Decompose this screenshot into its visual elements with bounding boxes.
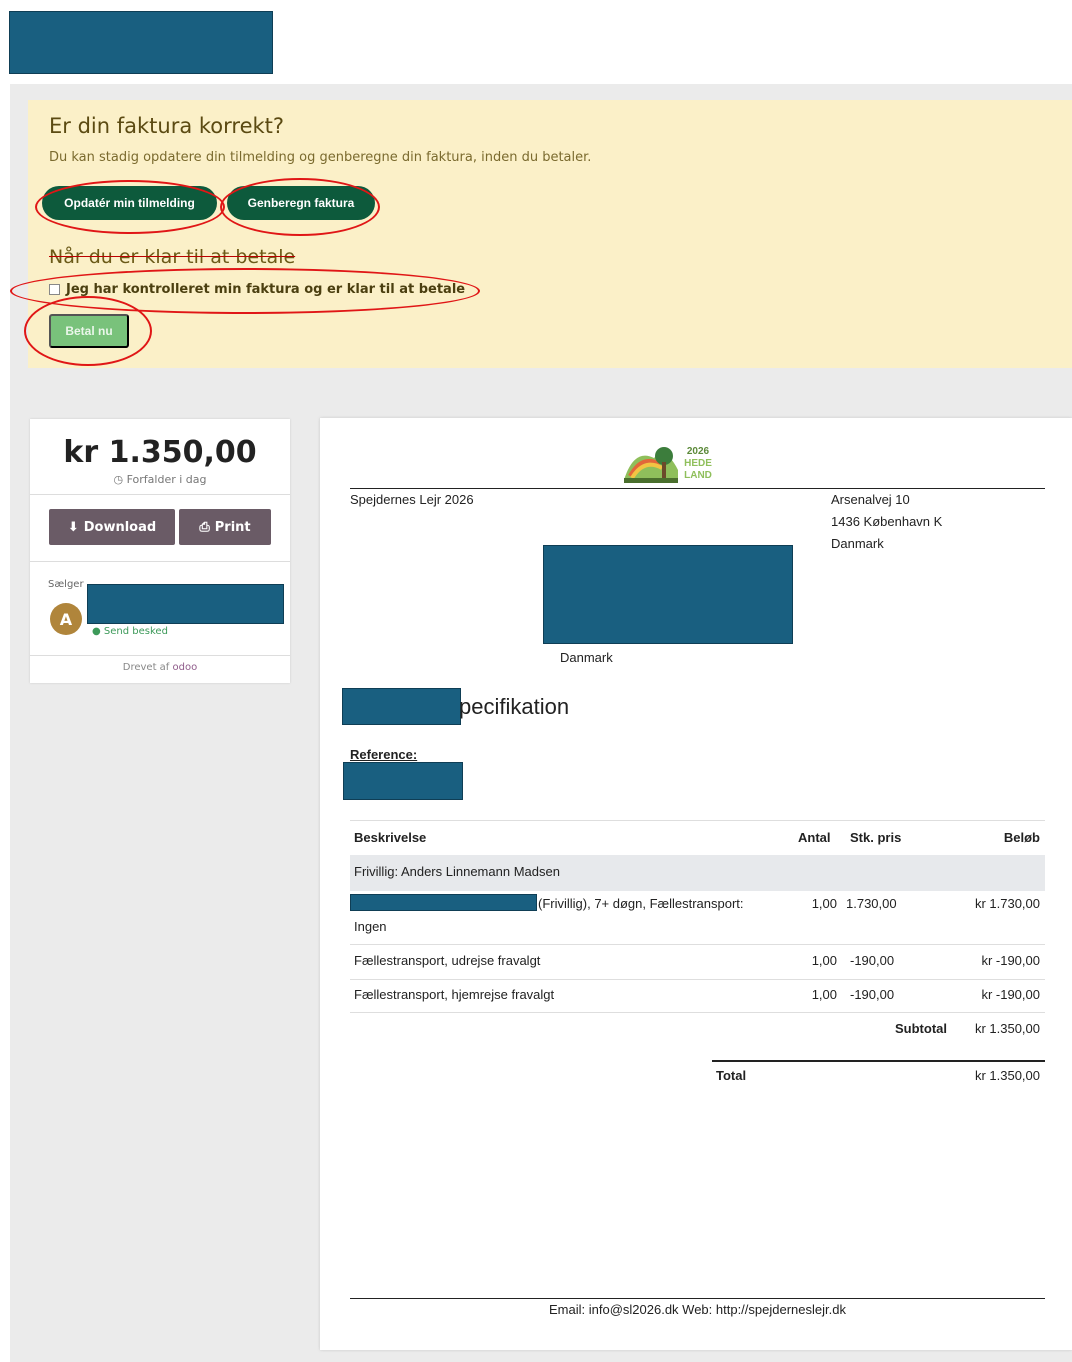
- total-rule: [712, 1060, 1045, 1062]
- total-value: kr 1.350,00: [974, 1068, 1040, 1083]
- column-description: Beskrivelse: [354, 830, 427, 845]
- line3-amount: kr -190,00: [981, 987, 1040, 1002]
- invoice-title: pecifikation: [459, 694, 570, 719]
- reference-label: Reference:: [350, 747, 418, 762]
- divider: [30, 494, 290, 495]
- table-top-rule: [350, 820, 1045, 821]
- annotation-circle-update: [35, 180, 225, 234]
- annotation-circle-pay: [24, 296, 152, 366]
- print-button[interactable]: ⎙ Print: [179, 509, 271, 545]
- redacted-invoice-title: [342, 688, 461, 725]
- customer-country: Danmark: [560, 650, 613, 665]
- company-name: Spejdernes Lejr 2026: [350, 492, 474, 507]
- redacted-line-item-prefix: [350, 894, 537, 911]
- redacted-seller-name: [87, 584, 284, 624]
- send-message-link[interactable]: ● Send besked: [92, 626, 168, 637]
- row-rule: [350, 979, 1045, 980]
- avatar: A: [50, 603, 82, 635]
- seller-label: Sælger: [48, 579, 84, 590]
- redacted-reference: [343, 762, 463, 800]
- due-status: ◷ Forfalder i dag: [113, 473, 207, 486]
- line2-amount: kr -190,00: [981, 953, 1040, 968]
- line1-qty: 1,00: [811, 896, 837, 911]
- redacted-header: [9, 11, 273, 74]
- column-amount: Beløb: [1003, 830, 1040, 845]
- line2-price: -190,00: [850, 953, 895, 968]
- line1-description-cont: Ingen: [354, 919, 387, 934]
- line1-price: 1.730,00: [846, 896, 897, 911]
- logo-line1: HEDE: [684, 458, 712, 469]
- invoice-document: 2026 HEDE LAND Spejdernes Lejr 2026 Arse…: [320, 418, 1072, 1350]
- banner-subtitle: Du kan stadig opdatere din tilmelding og…: [49, 150, 592, 165]
- logo-year: 2026: [687, 446, 710, 457]
- invoice-footer: Email: info@sl2026.dk Web: http://spejde…: [549, 1302, 846, 1317]
- line3-qty: 1,00: [811, 987, 837, 1002]
- banner-title: Er din faktura korrekt?: [49, 114, 285, 138]
- line3-description: Fællestransport, hjemrejse fravalgt: [354, 987, 555, 1002]
- download-icon: ⬇: [67, 519, 79, 535]
- clock-icon: ◷: [113, 473, 127, 486]
- column-unit-price: Stk. pris: [850, 830, 902, 845]
- company-address-line2: 1436 København K: [831, 514, 943, 529]
- line1-description: (Frivillig), 7+ døgn, Fællestransport:: [538, 896, 744, 911]
- odoo-logo: odoo: [172, 662, 198, 673]
- row-rule: [350, 944, 1045, 945]
- line3-price: -190,00: [850, 987, 895, 1002]
- company-address-line3: Danmark: [831, 536, 884, 551]
- line2-qty: 1,00: [811, 953, 837, 968]
- invoice-summary-card: kr 1.350,00 ◷ Forfalder i dag ⬇ Download …: [30, 419, 290, 683]
- redacted-customer-address: [543, 545, 793, 644]
- hedeland-logo: 2026 HEDE LAND: [620, 440, 720, 486]
- row-rule: [350, 1012, 1045, 1013]
- divider: [30, 655, 290, 656]
- divider: [30, 561, 290, 562]
- page: Er din faktura korrekt? Du kan stadig op…: [0, 0, 1072, 1362]
- logo-line2: LAND: [684, 470, 712, 481]
- payment-banner: Er din faktura korrekt? Du kan stadig op…: [28, 100, 1072, 368]
- powered-by: Drevet af odoo: [122, 662, 198, 673]
- header-rule: [350, 488, 1045, 489]
- ready-heading: Når du er klar til at betale: [49, 246, 296, 268]
- amount-due: kr 1.350,00: [63, 435, 257, 470]
- line2-description: Fællestransport, udrejse fravalgt: [354, 953, 541, 968]
- printer-icon: ⎙: [199, 519, 210, 535]
- total-label: Total: [716, 1068, 747, 1083]
- column-quantity: Antal: [798, 830, 831, 845]
- footer-rule: [350, 1298, 1045, 1299]
- subtotal-value: kr 1.350,00: [974, 1021, 1040, 1036]
- company-address-line1: Arsenalvej 10: [831, 492, 910, 507]
- download-button[interactable]: ⬇ Download: [49, 509, 175, 545]
- annotation-circle-recalc: [220, 178, 380, 236]
- chat-icon: ●: [92, 626, 104, 637]
- line1-amount: kr 1.730,00: [974, 896, 1040, 911]
- section-title: Frivillig: Anders Linnemann Madsen: [354, 864, 560, 879]
